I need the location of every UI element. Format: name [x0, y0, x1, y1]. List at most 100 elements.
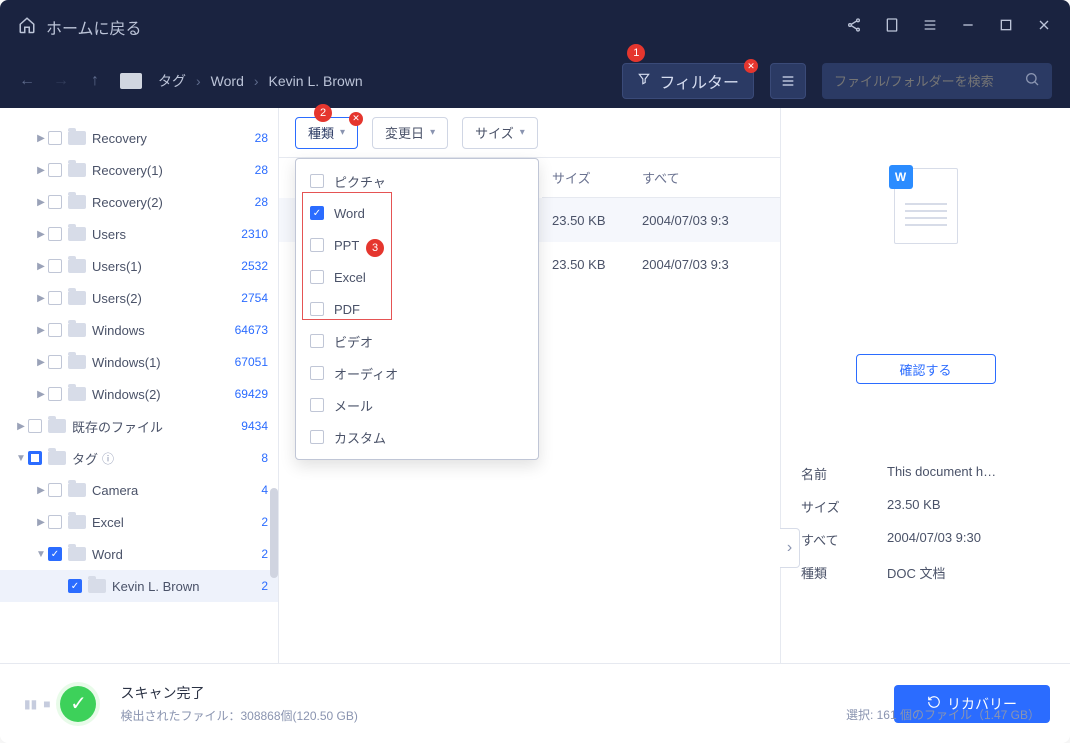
tree-row[interactable]: ▶Windows64673: [0, 314, 278, 346]
home-button[interactable]: ホームに戻る: [18, 15, 142, 39]
checkbox[interactable]: [48, 483, 62, 497]
expand-icon[interactable]: ▼: [34, 549, 48, 560]
dropdown-item[interactable]: ピクチャ: [296, 165, 538, 197]
checkbox[interactable]: [48, 227, 62, 241]
expand-icon[interactable]: ▶: [34, 133, 48, 144]
search-icon[interactable]: [1024, 71, 1040, 92]
dropdown-item[interactable]: ✓Word: [296, 197, 538, 229]
checkbox[interactable]: [310, 430, 324, 444]
dropdown-item[interactable]: ビデオ: [296, 325, 538, 357]
checkbox[interactable]: [310, 334, 324, 348]
chip-size[interactable]: サイズ ▾: [462, 117, 538, 149]
tree-row[interactable]: ▼✓Word2: [0, 538, 278, 570]
checkbox[interactable]: [48, 323, 62, 337]
expand-icon[interactable]: ▶: [34, 325, 48, 336]
dropdown-label: Excel: [334, 270, 366, 285]
tree-count: 2310: [241, 227, 268, 241]
close-badge-icon[interactable]: ✕: [349, 112, 363, 126]
tree-row[interactable]: ▶Recovery28: [0, 122, 278, 154]
expand-icon[interactable]: ▶: [34, 261, 48, 272]
col-date[interactable]: すべて: [632, 168, 780, 187]
dropdown-item[interactable]: オーディオ: [296, 357, 538, 389]
help-icon[interactable]: ⓘ: [102, 450, 114, 467]
share-icon[interactable]: [846, 17, 862, 38]
checkbox[interactable]: [310, 174, 324, 188]
tree-row[interactable]: ▶Users2310: [0, 218, 278, 250]
checkbox[interactable]: [310, 238, 324, 252]
tree-row[interactable]: ▶Camera4: [0, 474, 278, 506]
expand-icon[interactable]: ▶: [34, 389, 48, 400]
view-list-button[interactable]: [770, 63, 806, 99]
expand-icon[interactable]: ▶: [34, 357, 48, 368]
stop-icon[interactable]: ■: [43, 697, 50, 711]
dropdown-item[interactable]: Excel: [296, 261, 538, 293]
checkbox[interactable]: [48, 355, 62, 369]
dropdown-label: ビデオ: [334, 332, 373, 351]
dropdown-item[interactable]: メール: [296, 389, 538, 421]
tree-label: Excel: [92, 515, 124, 530]
tree-row[interactable]: ✓Kevin L. Brown2: [0, 570, 278, 602]
checkbox[interactable]: ✓: [68, 579, 82, 593]
nav-back-icon[interactable]: ←: [18, 72, 36, 90]
checkbox[interactable]: [28, 419, 42, 433]
minimize-icon[interactable]: [960, 17, 976, 38]
chip-type[interactable]: 種類 ▾ 2 ✕: [295, 117, 358, 149]
expand-icon[interactable]: ▶: [34, 197, 48, 208]
checkbox[interactable]: [310, 398, 324, 412]
checkbox[interactable]: [48, 387, 62, 401]
close-badge-icon[interactable]: ✕: [744, 59, 758, 73]
tree-row[interactable]: ▶Users(2)2754: [0, 282, 278, 314]
pause-icon[interactable]: ▮▮: [24, 697, 37, 711]
expand-icon[interactable]: ▶: [14, 421, 28, 432]
checkbox[interactable]: ✓: [48, 547, 62, 561]
nav-up-icon[interactable]: ↑: [86, 72, 104, 90]
tree-row[interactable]: ▶Excel2: [0, 506, 278, 538]
checkbox[interactable]: ✓: [310, 206, 324, 220]
breadcrumb-item[interactable]: Word: [211, 73, 244, 89]
col-size[interactable]: サイズ: [542, 168, 632, 187]
nav-forward-icon[interactable]: →: [52, 72, 70, 90]
dropdown-item[interactable]: PPT: [296, 229, 538, 261]
checkbox[interactable]: [48, 291, 62, 305]
checkbox[interactable]: [48, 131, 62, 145]
breadcrumb-item[interactable]: タグ: [158, 71, 186, 91]
close-icon[interactable]: [1036, 17, 1052, 38]
dropdown-item[interactable]: PDF: [296, 293, 538, 325]
sidebar[interactable]: ▶Recovery28▶Recovery(1)28▶Recovery(2)28▶…: [0, 108, 279, 663]
filter-button[interactable]: フィルター 1 ✕: [622, 63, 754, 99]
tree-row[interactable]: ▶Users(1)2532: [0, 250, 278, 282]
checkbox[interactable]: [28, 451, 42, 465]
checkbox[interactable]: [48, 195, 62, 209]
collapse-detail-button[interactable]: ›: [780, 528, 800, 568]
expand-icon[interactable]: ▼: [14, 453, 28, 464]
filter-label: フィルター: [659, 69, 739, 93]
expand-icon[interactable]: ▶: [34, 229, 48, 240]
checkbox[interactable]: [48, 259, 62, 273]
scrollbar[interactable]: [270, 488, 278, 578]
expand-icon[interactable]: ▶: [34, 517, 48, 528]
tree-row[interactable]: ▶Recovery(2)28: [0, 186, 278, 218]
expand-icon[interactable]: ▶: [34, 293, 48, 304]
checkbox[interactable]: [48, 515, 62, 529]
type-dropdown[interactable]: 3 ピクチャ✓WordPPTExcelPDFビデオオーディオメールカスタム: [295, 158, 539, 460]
checkbox[interactable]: [310, 366, 324, 380]
tree-row[interactable]: ▶Recovery(1)28: [0, 154, 278, 186]
expand-icon[interactable]: ▶: [34, 165, 48, 176]
chip-date[interactable]: 変更日 ▾: [372, 117, 448, 149]
tree-row[interactable]: ▶既存のファイル9434: [0, 410, 278, 442]
search-input[interactable]: [834, 74, 1024, 89]
menu-icon[interactable]: [922, 17, 938, 38]
tree-row[interactable]: ▶Windows(1)67051: [0, 346, 278, 378]
expand-icon[interactable]: ▶: [34, 485, 48, 496]
tree-row[interactable]: ▶Windows(2)69429: [0, 378, 278, 410]
breadcrumb-item[interactable]: Kevin L. Brown: [269, 73, 363, 89]
checkbox[interactable]: [48, 163, 62, 177]
bookmark-icon[interactable]: [884, 17, 900, 38]
checkbox[interactable]: [310, 270, 324, 284]
dropdown-item[interactable]: カスタム: [296, 421, 538, 453]
confirm-button[interactable]: 確認する: [856, 354, 996, 384]
tree-row[interactable]: ▼タグⓘ8: [0, 442, 278, 474]
checkbox[interactable]: [310, 302, 324, 316]
maximize-icon[interactable]: [998, 17, 1014, 38]
search-box[interactable]: [822, 63, 1052, 99]
